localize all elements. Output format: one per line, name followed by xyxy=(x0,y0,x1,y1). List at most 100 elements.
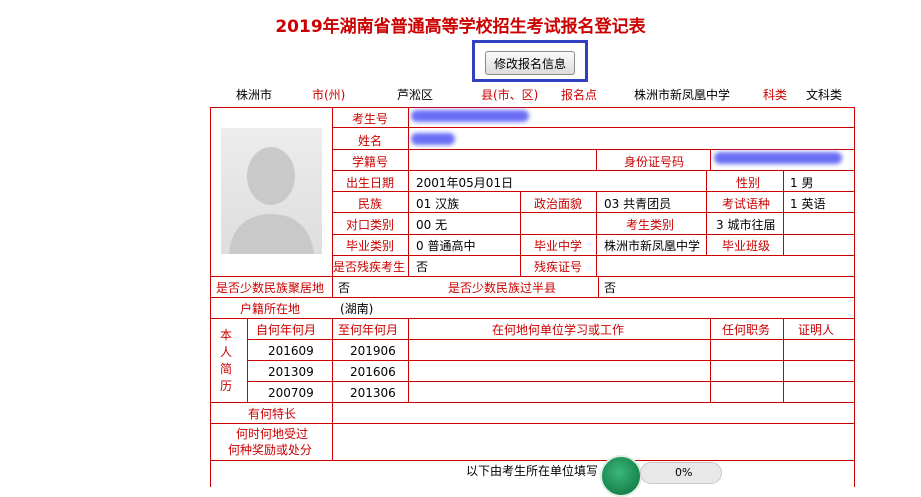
grid-line xyxy=(332,127,855,128)
disabled-value: 否 xyxy=(416,260,429,274)
name-redacted xyxy=(411,133,455,145)
resume-witness-header: 证明人 xyxy=(798,323,835,337)
grad-class-label: 毕业班级 xyxy=(722,239,771,253)
resume-to-header: 至何年何月 xyxy=(338,323,399,337)
awards-label-line1: 何时何地受过 xyxy=(236,427,309,441)
grid-line xyxy=(210,318,855,319)
resume-char: 人 xyxy=(219,345,232,359)
grid-line xyxy=(332,234,855,235)
grad-type-value: 0 普通高中 xyxy=(416,239,476,253)
minority-half-label: 是否少数民族过半县 xyxy=(448,281,557,295)
disability-no-label: 残疾证号 xyxy=(534,260,583,274)
minority-half-value: 否 xyxy=(604,281,617,295)
id-no-label: 身份证号码 xyxy=(624,155,685,169)
progress-text: 0% xyxy=(675,466,693,479)
resume-row-from: 200709 xyxy=(268,386,314,400)
resume-char: 历 xyxy=(219,379,232,393)
resume-row-to: 201606 xyxy=(350,365,396,379)
grid-line xyxy=(332,170,855,171)
grid-line xyxy=(783,318,784,402)
student-no-label: 学籍号 xyxy=(352,155,389,169)
language-label: 考试语种 xyxy=(722,197,771,211)
candidate-type-label: 考生类别 xyxy=(626,218,675,232)
resume-row-from: 201609 xyxy=(268,344,314,358)
name-label: 姓名 xyxy=(358,134,383,148)
subject-value: 文科类 xyxy=(806,88,843,102)
grid-line xyxy=(210,402,855,403)
candidate-type-value: 3 城市往届 xyxy=(716,218,776,232)
page-title: 2019年湖南省普通高等学校招生考试报名登记表 xyxy=(275,17,646,37)
subject-label: 科类 xyxy=(763,88,788,102)
county-label: 县(市、区) xyxy=(481,88,539,102)
grid-line xyxy=(210,423,855,424)
grid-line xyxy=(332,423,333,460)
birth-value: 2001年05月01日 xyxy=(416,176,514,190)
grad-type-label: 毕业类别 xyxy=(346,239,395,253)
resume-row-to: 201306 xyxy=(350,386,396,400)
resume-position-header: 任何职务 xyxy=(722,323,771,337)
grid-line xyxy=(247,318,248,402)
grid-line xyxy=(332,191,855,192)
edit-registration-button[interactable]: 修改报名信息 xyxy=(485,51,575,75)
county-value: 芦淞区 xyxy=(397,88,434,102)
awards-label-line2: 何种奖励或处分 xyxy=(228,443,313,457)
grid-line xyxy=(247,381,855,382)
gender-label: 性别 xyxy=(736,176,761,190)
grad-school-label: 毕业中学 xyxy=(534,239,583,253)
footer-note: 以下由考生所在单位填写 xyxy=(466,464,599,478)
grid-line xyxy=(706,170,707,255)
grid-line xyxy=(783,170,784,255)
resume-row-to: 201906 xyxy=(350,344,396,358)
grid-line xyxy=(710,149,711,170)
disabled-label: 是否残疾考生 xyxy=(333,260,406,274)
grid-line xyxy=(247,360,855,361)
grid-line xyxy=(332,318,333,423)
resume-char: 简 xyxy=(219,362,232,376)
language-value: 1 英语 xyxy=(790,197,826,211)
grid-line xyxy=(332,149,855,150)
grid-line xyxy=(710,318,711,402)
exam-no-redacted xyxy=(411,110,529,122)
specialty-label: 有何特长 xyxy=(248,407,297,421)
ethnic-value: 01 汉族 xyxy=(416,197,460,211)
site-value: 株洲市新凤凰中学 xyxy=(634,88,731,102)
grid-line xyxy=(210,297,855,298)
grid-line xyxy=(210,276,855,277)
grid-line xyxy=(520,191,521,276)
resume-from-header: 自何年何月 xyxy=(256,323,317,337)
minority-area-value: 否 xyxy=(338,281,351,295)
household-value: (湖南) xyxy=(340,302,374,316)
resume-vertical-label: 本 人 简 历 xyxy=(219,327,233,395)
resume-char: 本 xyxy=(219,328,232,342)
political-label: 政治面貌 xyxy=(534,197,583,211)
grid-line xyxy=(408,318,409,402)
avatar-silhouette-icon xyxy=(229,147,314,254)
grid-line xyxy=(596,149,597,170)
resume-row-from: 201309 xyxy=(268,365,314,379)
household-label: 户籍所在地 xyxy=(240,302,301,316)
birth-label: 出生日期 xyxy=(346,176,395,190)
student-photo xyxy=(221,128,322,254)
grad-school-value: 株洲市新凤凰中学 xyxy=(604,239,701,253)
political-value: 03 共青团员 xyxy=(604,197,672,211)
id-no-redacted xyxy=(714,152,842,164)
grid-line xyxy=(596,191,597,276)
grid-line xyxy=(332,212,855,213)
site-label: 报名点 xyxy=(561,88,598,102)
counterpart-value: 00 无 xyxy=(416,218,448,232)
exam-no-label: 考生号 xyxy=(352,112,389,126)
city-value: 株洲市 xyxy=(236,88,273,102)
grid-line xyxy=(247,339,855,340)
gender-value: 1 男 xyxy=(790,176,814,190)
grid-line xyxy=(332,255,855,256)
ethnic-label: 民族 xyxy=(358,197,383,211)
city-label: 市(州) xyxy=(312,88,346,102)
grid-line xyxy=(598,276,599,297)
grid-line xyxy=(210,460,855,461)
floating-widget-icon[interactable] xyxy=(600,455,642,497)
resume-where-header: 在何地何单位学习或工作 xyxy=(492,323,625,337)
counterpart-label: 对口类别 xyxy=(346,218,395,232)
edit-button-highlight: 修改报名信息 xyxy=(472,40,588,82)
progress-pill[interactable]: 0% xyxy=(640,462,722,484)
grid-line xyxy=(408,107,409,276)
